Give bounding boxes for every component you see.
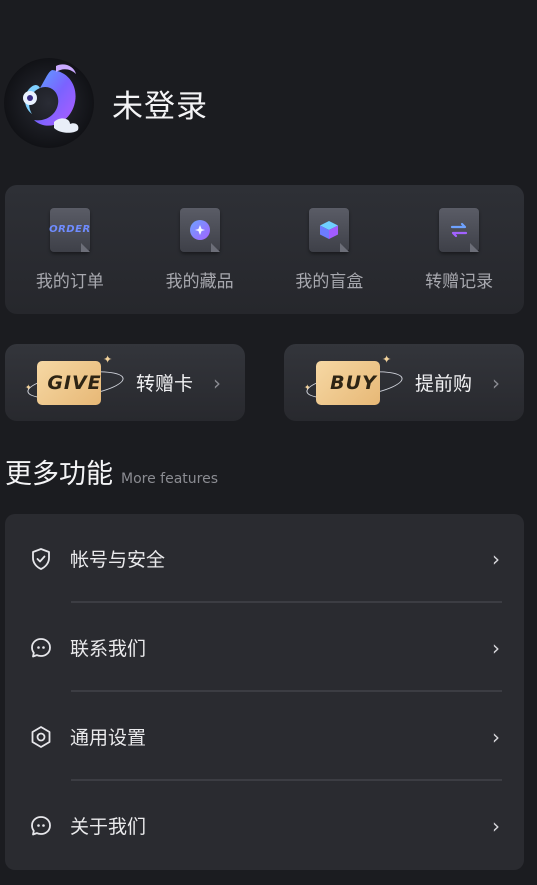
chevron-right-icon: › xyxy=(492,635,500,660)
shield-check-icon xyxy=(27,545,55,573)
transfer-record-icon xyxy=(439,207,480,252)
give-badge-text: GIVE xyxy=(47,371,102,394)
presale-button[interactable]: BUY ✦ ✦ 提前购 › xyxy=(284,344,524,421)
quick-item-transfer-record[interactable]: 转赠记录 xyxy=(404,207,514,292)
feature-item-account-security[interactable]: 帐号与安全 › xyxy=(5,514,524,603)
give-card-label: 转赠卡 xyxy=(136,373,194,395)
chevron-right-icon: › xyxy=(492,813,500,838)
sparkle-icon: ✦ xyxy=(103,352,113,366)
give-card-button[interactable]: GIVE ✦ ✦ 转赠卡 › xyxy=(5,344,245,421)
quick-item-blind-box[interactable]: 我的盲盒 xyxy=(274,207,384,292)
presale-label: 提前购 xyxy=(415,373,473,395)
section-title-cn: 更多功能 xyxy=(5,459,113,490)
username[interactable]: 未登录 xyxy=(112,81,208,126)
about-icon xyxy=(27,812,55,840)
feature-label: 帐号与安全 xyxy=(70,549,166,571)
section-title: 更多功能 More features xyxy=(5,452,218,491)
section-title-en: More features xyxy=(121,471,218,487)
give-badge: GIVE ✦ ✦ xyxy=(25,353,126,405)
buy-badge: BUY ✦ ✦ xyxy=(304,353,405,405)
quick-item-collection[interactable]: 我的藏品 xyxy=(145,207,255,292)
settings-hexagon-icon xyxy=(27,723,55,751)
quick-item-label: 转赠记录 xyxy=(425,271,494,292)
quick-actions-panel: ORDER 我的订单 我的藏品 我的盲盒 转赠记录 xyxy=(5,185,524,314)
sparkle-icon: ✦ xyxy=(304,382,311,392)
blind-box-icon xyxy=(309,207,350,252)
sparkle-icon: ✦ xyxy=(382,352,392,366)
quick-item-orders[interactable]: ORDER 我的订单 xyxy=(15,207,125,292)
avatar[interactable] xyxy=(4,58,94,148)
feature-label: 联系我们 xyxy=(70,638,147,660)
quick-item-label: 我的藏品 xyxy=(165,271,234,292)
feature-item-contact-us[interactable]: 联系我们 › xyxy=(5,603,524,692)
chevron-right-icon: › xyxy=(492,546,500,571)
features-list: 帐号与安全 › 联系我们 › 通用设置 › 关于我们 › xyxy=(5,514,524,870)
profile-page: 未登录 ORDER 我的订单 我的藏品 我的盲盒 转赠记录 GIVE ✦ ✦ 转… xyxy=(0,0,537,885)
sparkle-icon: ✦ xyxy=(25,382,32,392)
chevron-right-icon: › xyxy=(213,370,222,395)
dragon-logo-icon xyxy=(23,64,79,133)
profile-header[interactable]: 未登录 xyxy=(4,58,208,148)
feature-label: 通用设置 xyxy=(70,727,147,749)
buy-badge-text: BUY xyxy=(330,371,377,394)
collection-icon xyxy=(179,207,220,252)
chevron-right-icon: › xyxy=(492,370,501,395)
chevron-right-icon: › xyxy=(492,724,500,749)
quick-item-label: 我的盲盒 xyxy=(295,271,364,292)
feature-item-general-settings[interactable]: 通用设置 › xyxy=(5,692,524,781)
contact-icon xyxy=(27,634,55,662)
feature-label: 关于我们 xyxy=(70,816,147,838)
order-icon-text: ORDER xyxy=(49,224,91,235)
quick-item-label: 我的订单 xyxy=(35,271,104,292)
order-icon: ORDER xyxy=(49,207,91,252)
feature-item-about-us[interactable]: 关于我们 › xyxy=(5,781,524,870)
